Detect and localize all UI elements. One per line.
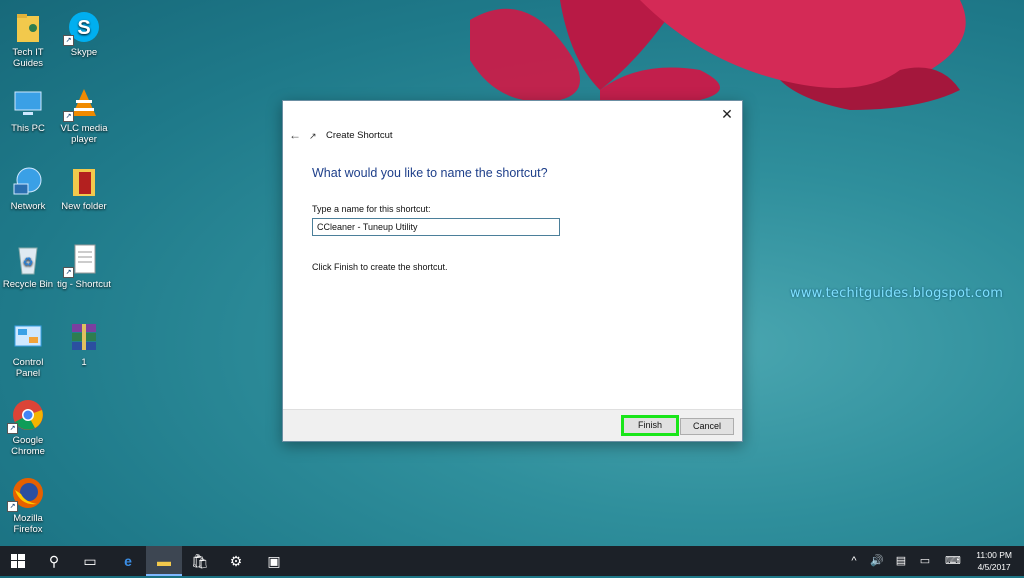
shortcut-arrow-icon: ↗ [7,501,18,512]
desktop-icon-label: New folder [61,201,107,212]
desktop-icon-network[interactable]: Network [0,164,56,212]
task-view-icon[interactable]: ▭ [72,546,108,576]
control-panel-icon [11,320,45,354]
desktop-icon-vlc[interactable]: ↗ VLC media player [56,86,112,145]
shortcut-wizard-icon: ↗ [309,131,317,141]
app-icon[interactable]: ⚙ [218,546,254,576]
skype-icon: S ↗ [63,10,101,46]
desktop-icon-label: Recycle Bin [2,279,54,290]
finish-button[interactable]: Finish [621,415,679,436]
desktop-icon-label: Tech IT Guides [12,47,44,69]
vlc-icon: ↗ [63,86,101,122]
desktop-icon-label: 1 [81,357,87,368]
clock[interactable]: 11:00 PM 4/5/2017 [976,549,1012,573]
shortcut-arrow-icon: ↗ [63,267,74,278]
clock-date: 4/5/2017 [977,562,1011,572]
desktop-icon-label: VLC media player [60,123,108,145]
desktop-icon-label: tig - Shortcut [57,279,111,290]
start-button[interactable] [0,546,36,576]
desktop-icon-skype[interactable]: S ↗ Skype [56,10,112,58]
back-arrow-icon[interactable]: ← [289,128,301,142]
taskbar: ⚲ ▭ e ▬ 🛍 ⚙ ▣ ^ 🔊 ▤ ▭ ⌨ 11:00 PM 4/5/201… [0,546,1024,576]
chrome-icon: ↗ [7,398,45,434]
desktop-icon-label: This PC [11,123,45,134]
dialog-heading: What would you like to name the shortcut… [312,166,548,180]
winrar-icon [67,320,101,354]
watermark-text: www.techitguides.blogspot.com [790,286,1004,301]
shortcut-arrow-icon: ↗ [63,111,74,122]
firefox-icon: ↗ [7,476,45,512]
store-icon[interactable]: 🛍 [182,546,218,576]
desktop-icon-label: Control Panel [12,357,44,379]
desktop-icon-label: Network [10,201,46,212]
search-icon[interactable]: ⚲ [36,546,72,576]
recycle-bin-icon: ♻ [11,242,45,276]
shortcut-name-input[interactable] [312,218,560,236]
shortcut-arrow-icon: ↗ [63,35,74,46]
clock-time: 11:00 PM [976,550,1012,560]
desktop-icon-google-chrome[interactable]: ↗ Google Chrome [0,398,56,457]
close-icon[interactable]: ✕ [718,105,736,123]
finish-hint-text: Click Finish to create the shortcut. [312,262,448,272]
window-app-icon[interactable]: ▣ [256,546,292,576]
chevron-up-icon[interactable]: ^ [846,546,862,576]
action-center-icon[interactable]: ▭ [916,546,934,576]
desktop-icon-tech-it-guides[interactable]: Tech IT Guides [0,10,56,69]
volume-icon[interactable]: 🔊 [868,546,886,576]
create-shortcut-dialog: ✕ ← ↗ Create Shortcut What would you lik… [282,100,743,442]
desktop-icon-control-panel[interactable]: Control Panel [0,320,56,379]
cancel-button[interactable]: Cancel [680,418,734,435]
folder-icon [67,164,101,198]
desktop-icon-new-folder[interactable]: New folder [56,164,112,212]
desktop-icon-label: Skype [70,47,98,58]
desktop-icon-label: Mozilla Firefox [13,513,43,535]
dialog-title: Create Shortcut [326,130,393,141]
document-icon: ↗ [63,242,101,278]
network-icon [11,164,45,198]
desktop-icon-tig-shortcut[interactable]: ↗ tig - Shortcut [56,242,112,290]
desktop-icon-1[interactable]: 1 [56,320,112,368]
file-explorer-icon[interactable]: ▬ [146,546,182,576]
desktop-icon-this-pc[interactable]: This PC [0,86,56,134]
folder-user-icon [11,10,45,44]
edge-browser-icon[interactable]: e [110,546,146,576]
computer-icon [11,86,45,120]
dialog-footer: Finish Cancel [283,409,742,441]
desktop-icon-label: Google Chrome [11,435,45,457]
shortcut-arrow-icon: ↗ [7,423,18,434]
svg-text:S: S [77,17,90,39]
desktop-icon-mozilla-firefox[interactable]: ↗ Mozilla Firefox [0,476,56,535]
network-tray-icon[interactable]: ▤ [892,546,910,576]
windows-logo-icon [11,554,25,568]
svg-text:♻: ♻ [23,255,34,269]
keyboard-icon[interactable]: ⌨ [942,546,964,576]
shortcut-name-label: Type a name for this shortcut: [312,204,431,214]
desktop-icon-recycle-bin[interactable]: ♻ Recycle Bin [0,242,56,290]
